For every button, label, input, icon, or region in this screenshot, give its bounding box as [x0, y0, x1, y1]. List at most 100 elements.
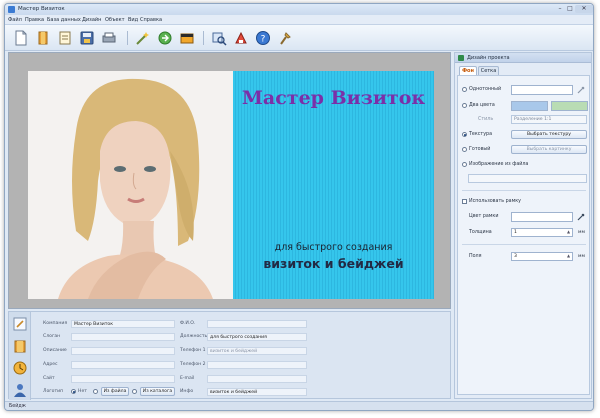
open-folder-icon[interactable]	[35, 30, 51, 46]
menu-database[interactable]: База данных	[47, 17, 81, 23]
app-window: Мастер Визиток – □ ✕ Файл Правка База да…	[4, 3, 594, 411]
frame-color-swatch[interactable]	[511, 212, 573, 222]
logo-catalog-radio[interactable]	[132, 389, 137, 394]
position-label: Должность	[180, 334, 208, 339]
solid-color-swatch[interactable]	[511, 85, 573, 95]
thickness-input[interactable]: 1	[511, 228, 573, 237]
menu-design[interactable]: Дизайн	[82, 17, 101, 23]
panel-header: Дизайн проекта	[455, 53, 591, 63]
app-icon	[8, 6, 15, 13]
menu-object[interactable]: Объект	[105, 17, 125, 23]
site-label: Сайт	[43, 376, 55, 381]
margins-input[interactable]: 3	[511, 252, 573, 261]
frame-color-label: Цвет рамки	[469, 214, 499, 219]
card-background-texture: Мастер Визиток для быстрого создания виз…	[233, 71, 434, 299]
maximize-button[interactable]: □	[565, 5, 575, 13]
background-settings: Однотонный Два цвета Стиль Разделение 1:…	[457, 75, 590, 395]
use-frame-checkbox[interactable]	[462, 199, 467, 204]
ready-label: Готовый	[469, 147, 491, 152]
menu-view[interactable]: Вид	[128, 17, 138, 23]
wizard-icon[interactable]	[135, 30, 151, 46]
choose-texture-button[interactable]: Выбрать текстуру	[511, 130, 587, 139]
company-label: Компания	[43, 321, 68, 326]
info-label: Инфо	[180, 389, 194, 394]
site-input[interactable]	[71, 375, 175, 383]
fio-label: Ф.И.О.	[180, 321, 196, 326]
frame-eyedropper-icon[interactable]	[577, 213, 585, 221]
status-text: Бейдж	[9, 404, 26, 409]
margins-stepper[interactable]: ▲	[567, 253, 570, 258]
svg-text:?: ?	[261, 35, 266, 45]
new-document-icon[interactable]	[13, 30, 29, 46]
color1-swatch[interactable]	[511, 101, 548, 111]
user-icon[interactable]	[12, 382, 28, 398]
phone1-label: Телефон 1	[180, 348, 206, 353]
menu-edit[interactable]: Правка	[25, 17, 44, 23]
save-icon[interactable]	[79, 30, 95, 46]
position-input[interactable]: для быстрого создания	[207, 333, 307, 341]
export-icon[interactable]	[157, 30, 173, 46]
ready-radio[interactable]	[462, 147, 467, 152]
edit-text-icon[interactable]	[12, 316, 28, 332]
status-bar: Бейдж	[5, 401, 593, 410]
image-from-file-radio[interactable]	[462, 162, 467, 167]
clock-icon[interactable]	[12, 360, 28, 376]
card-subtitle-1[interactable]: для быстрого создания	[233, 242, 434, 253]
email-label: E-mail	[180, 376, 195, 381]
search-icon[interactable]	[211, 30, 227, 46]
design-canvas[interactable]: Мастер Визиток для быстрого создания виз…	[8, 52, 451, 309]
tab-background[interactable]: Фон	[459, 66, 477, 75]
solid-radio[interactable]	[462, 87, 467, 92]
menu-bar: Файл Правка База данных Дизайн Объект Ви…	[5, 15, 593, 25]
logo-file-radio[interactable]	[93, 389, 98, 394]
side-tab-strip	[9, 312, 31, 400]
image-file-path[interactable]	[468, 174, 587, 183]
tools-icon[interactable]	[277, 30, 293, 46]
address-input[interactable]	[71, 361, 175, 369]
card-title[interactable]: Мастер Визиток	[233, 87, 434, 109]
eyedropper-icon[interactable]	[577, 86, 585, 94]
templates-icon[interactable]	[57, 30, 73, 46]
logo-from-catalog-button[interactable]: Из каталога	[140, 387, 175, 396]
phone1-input[interactable]: визиток и бейджей	[207, 347, 307, 355]
use-frame-label: Использовать рамку	[469, 199, 521, 204]
minimize-button[interactable]: –	[555, 5, 565, 13]
fio-input[interactable]	[207, 320, 307, 328]
description-input[interactable]	[71, 347, 175, 355]
card-subtitle-2[interactable]: визиток и бейджей	[233, 256, 434, 271]
design-icon	[458, 55, 464, 61]
texture-radio[interactable]	[462, 132, 467, 137]
print-icon[interactable]	[101, 30, 117, 46]
address-label: Адрес	[43, 362, 58, 367]
two-colors-radio[interactable]	[462, 103, 467, 108]
folders-icon[interactable]	[12, 338, 28, 354]
info-input[interactable]: визиток и бейджей	[207, 388, 307, 396]
business-card-preview[interactable]: Мастер Визиток для быстрого создания виз…	[28, 71, 434, 299]
thickness-stepper[interactable]: ▲	[567, 229, 570, 234]
style-select[interactable]: Разделение 1:1	[511, 115, 587, 124]
menu-help[interactable]: Справка	[140, 17, 162, 23]
web-icon[interactable]	[233, 30, 249, 46]
email-input[interactable]	[207, 375, 307, 383]
margins-unit: мм	[578, 254, 585, 259]
design-project-panel: Дизайн проекта Фон Сетка Однотонный Два …	[454, 52, 592, 399]
image-icon[interactable]	[179, 30, 195, 46]
style-label: Стиль	[478, 117, 494, 122]
logo-from-file-button[interactable]: Из файла	[101, 387, 129, 396]
slogan-input[interactable]	[71, 333, 175, 341]
menu-file[interactable]: Файл	[8, 17, 22, 23]
close-button[interactable]: ✕	[575, 5, 593, 13]
divider	[462, 190, 586, 191]
tab-grid[interactable]: Сетка	[478, 66, 499, 75]
phone2-input[interactable]	[207, 361, 307, 369]
logo-none-radio[interactable]	[71, 389, 76, 394]
color2-swatch[interactable]	[551, 101, 588, 111]
help-icon[interactable]: ?	[255, 30, 271, 46]
logo-label: Логотип	[43, 389, 64, 394]
two-colors-label: Два цвета	[469, 103, 495, 108]
thickness-unit: мм	[578, 230, 585, 235]
description-label: Описание	[43, 348, 67, 353]
company-input[interactable]: Мастер Визиток	[71, 320, 175, 328]
choose-picture-button[interactable]: Выбрать картинку	[511, 145, 587, 154]
toolbar: ?	[5, 25, 593, 51]
